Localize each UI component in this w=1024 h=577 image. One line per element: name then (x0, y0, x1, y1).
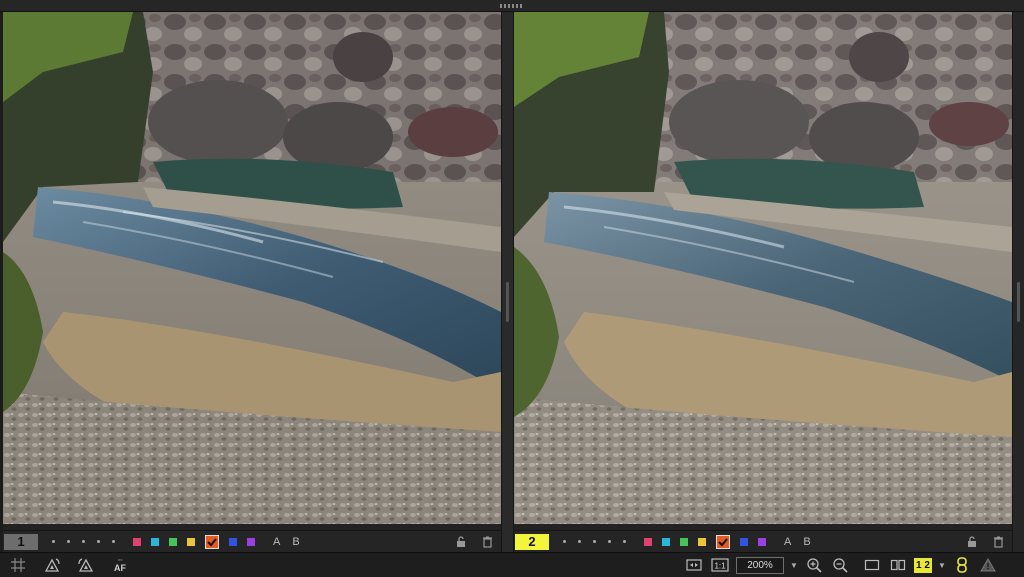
rating-dot[interactable] (52, 540, 55, 543)
pane-divider[interactable] (501, 12, 514, 552)
sync-link-icon (957, 557, 967, 573)
color-label-cyan[interactable] (662, 537, 670, 546)
ab-labels: A B (784, 536, 811, 548)
dual-view-icon (890, 559, 906, 571)
rating-dot[interactable] (608, 540, 611, 543)
color-label-blue[interactable] (740, 537, 748, 546)
left-photo[interactable] (3, 12, 501, 524)
label-b-button[interactable]: B (803, 536, 810, 548)
dual-view-button[interactable] (888, 555, 908, 575)
color-label-yellow[interactable] (698, 537, 706, 546)
svg-text:1:1: 1:1 (714, 562, 726, 571)
grid-button[interactable] (8, 555, 28, 575)
rotate-left-button[interactable] (42, 555, 62, 575)
pane-actions (967, 535, 1004, 548)
right-photo[interactable] (514, 12, 1012, 524)
color-label-green[interactable] (169, 537, 177, 546)
actual-size-icon: 1:1 (711, 558, 729, 572)
ab-labels: A B (273, 536, 300, 548)
trash-icon[interactable] (482, 536, 493, 548)
rating-dot[interactable] (563, 540, 566, 543)
right-pane: 2 A B (514, 12, 1012, 552)
lock-icon[interactable] (967, 535, 977, 548)
rating-dot[interactable] (578, 540, 581, 543)
color-label-red[interactable] (644, 537, 652, 546)
color-label-orange-selected[interactable] (205, 534, 219, 549)
zoom-in-button[interactable] (804, 555, 824, 575)
rating-dots[interactable] (563, 540, 626, 543)
single-view-button[interactable] (862, 555, 882, 575)
color-labels (644, 534, 766, 549)
right-scrollbar[interactable] (1012, 12, 1024, 552)
pane-actions (456, 535, 493, 548)
af-label: ▫▫ AF (114, 556, 126, 573)
warning-button[interactable] (978, 555, 998, 575)
grid-icon (11, 558, 25, 572)
rating-dot[interactable] (112, 540, 115, 543)
rating-dot[interactable] (623, 540, 626, 543)
warning-icon (980, 558, 996, 572)
rating-dots[interactable] (52, 540, 115, 543)
label-a-button[interactable]: A (784, 536, 791, 548)
rotate-right-button[interactable] (76, 555, 96, 575)
trash-icon[interactable] (993, 536, 1004, 548)
af-point-button[interactable]: ▫▫ AF (110, 555, 130, 575)
color-label-purple[interactable] (758, 537, 766, 546)
zoom-out-button[interactable] (830, 555, 850, 575)
left-pane: 1 A B (3, 12, 501, 552)
color-label-orange-selected[interactable] (716, 534, 730, 549)
label-b-button[interactable]: B (292, 536, 299, 548)
resize-grip[interactable] (500, 4, 524, 8)
left-photo-image (3, 12, 501, 524)
color-label-purple[interactable] (247, 537, 255, 546)
top-resize-strip[interactable] (0, 0, 1024, 12)
active-pane-indicator[interactable]: 1 2 (914, 557, 932, 573)
lock-icon[interactable] (456, 535, 466, 548)
compare-viewer: 1 A B 2 A B ▫▫ AF 1:1 200% ▼ 1 2 ▼ (0, 0, 1024, 577)
color-label-yellow[interactable] (187, 537, 195, 546)
single-view-icon (864, 559, 880, 571)
actual-size-button[interactable]: 1:1 (710, 555, 730, 575)
rotate-left-icon (44, 558, 60, 572)
sync-link-button[interactable] (952, 555, 972, 575)
color-label-blue[interactable] (229, 537, 237, 546)
rating-dot[interactable] (97, 540, 100, 543)
fit-screen-icon (686, 559, 702, 571)
fit-screen-button[interactable] (684, 555, 704, 575)
label-a-button[interactable]: A (273, 536, 280, 548)
zoom-out-icon (833, 558, 848, 573)
toolbar-right-group: 1:1 200% ▼ 1 2 ▼ (684, 555, 998, 575)
toolbar-left-group: ▫▫ AF (8, 555, 130, 575)
left-pane-bar: 1 A B (3, 530, 501, 552)
pane-dropdown-caret[interactable]: ▼ (938, 561, 946, 570)
color-labels (133, 534, 255, 549)
rating-dot[interactable] (593, 540, 596, 543)
zoom-dropdown-caret[interactable]: ▼ (790, 561, 798, 570)
right-pane-bar: 2 A B (514, 530, 1012, 552)
right-photo-image (514, 12, 1012, 524)
divider-handle[interactable] (506, 282, 509, 322)
pane-number[interactable]: 1 (4, 533, 38, 550)
color-label-red[interactable] (133, 537, 141, 546)
color-label-green[interactable] (680, 537, 688, 546)
scrollbar-handle[interactable] (1017, 282, 1020, 322)
check-icon (207, 537, 217, 546)
color-label-cyan[interactable] (151, 537, 159, 546)
bottom-toolbar: ▫▫ AF 1:1 200% ▼ 1 2 ▼ (0, 552, 1024, 577)
zoom-level-field[interactable]: 200% (736, 556, 784, 574)
rating-dot[interactable] (82, 540, 85, 543)
rotate-right-icon (78, 558, 94, 572)
check-icon (718, 537, 728, 546)
zoom-in-icon (807, 558, 822, 573)
pane-number[interactable]: 2 (515, 533, 549, 550)
rating-dot[interactable] (67, 540, 70, 543)
